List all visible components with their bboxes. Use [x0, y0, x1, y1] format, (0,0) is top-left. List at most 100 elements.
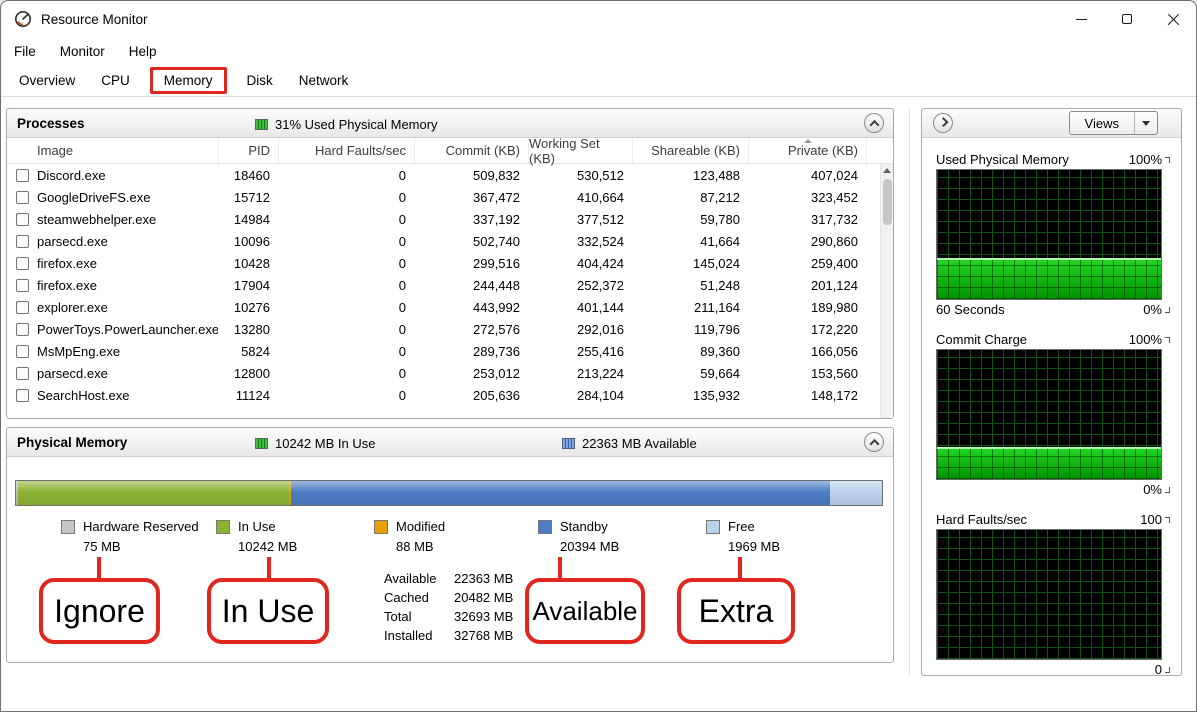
menu-item[interactable]: File — [14, 44, 36, 59]
process-row[interactable]: GoogleDriveFS.exe 15712 0 367,472 410,66… — [7, 186, 893, 208]
process-checkbox[interactable] — [16, 345, 29, 358]
close-icon — [1167, 13, 1180, 26]
process-row[interactable]: Discord.exe 18460 0 509,832 530,512 123,… — [7, 164, 893, 186]
process-checkbox[interactable] — [16, 191, 29, 204]
process-pid: 10428 — [218, 256, 278, 271]
graph-canvas — [936, 529, 1162, 660]
maximize-button[interactable] — [1104, 1, 1150, 37]
process-shareable: 123,488 — [632, 168, 748, 183]
process-commit: 205,636 — [414, 388, 528, 403]
graph-title: Used Physical Memory — [936, 152, 1129, 167]
menu-item[interactable]: Help — [129, 44, 157, 59]
graph-block: Used Physical Memory 100% 60 Seconds 0% — [936, 150, 1170, 319]
processes-status: 31% Used Physical Memory — [255, 117, 438, 132]
graph-canvas — [936, 169, 1162, 300]
table-scrollbar[interactable] — [880, 164, 893, 418]
process-checkbox[interactable] — [16, 389, 29, 402]
column-header-shareable[interactable]: Shareable (KB) — [633, 138, 749, 163]
process-pid: 15712 — [218, 190, 278, 205]
process-image-name: parsecd.exe — [37, 234, 218, 249]
graphs-sidebar: Views Used Physical Memory 100% — [921, 108, 1182, 676]
process-commit: 272,576 — [414, 322, 528, 337]
collapse-sidebar-button[interactable] — [933, 113, 953, 133]
process-private: 201,124 — [748, 278, 866, 293]
physical-memory-body: Hardware Reserved 75 MB In Use 10242 MB — [7, 457, 893, 662]
process-row[interactable]: steamwebhelper.exe 14984 0 337,192 377,5… — [7, 208, 893, 230]
column-header-hard-faults[interactable]: Hard Faults/sec — [279, 138, 415, 163]
column-header-commit[interactable]: Commit (KB) — [415, 138, 529, 163]
tab[interactable]: Disk — [234, 67, 286, 94]
collapse-physical-memory-button[interactable] — [864, 432, 884, 452]
tab[interactable]: Overview — [6, 67, 88, 94]
in-use-status: 10242 MB In Use — [255, 436, 375, 451]
process-row[interactable]: parsecd.exe 10096 0 502,740 332,524 41,6… — [7, 230, 893, 252]
process-checkbox[interactable] — [16, 323, 29, 336]
collapse-processes-button[interactable] — [864, 113, 884, 133]
sidebar-body: Used Physical Memory 100% 60 Seconds 0% — [922, 138, 1181, 679]
process-row[interactable]: MsMpEng.exe 5824 0 289,736 255,416 89,36… — [7, 340, 893, 362]
process-row[interactable]: firefox.exe 10428 0 299,516 404,424 145,… — [7, 252, 893, 274]
process-pid: 10276 — [218, 300, 278, 315]
process-row[interactable]: parsecd.exe 12800 0 253,012 213,224 59,6… — [7, 362, 893, 384]
scrollbar-thumb[interactable] — [883, 179, 892, 225]
process-image-name: firefox.exe — [37, 256, 218, 271]
graph-max-label: 100 — [1140, 512, 1162, 527]
graph-ruler-top-tick — [1165, 517, 1170, 523]
process-checkbox[interactable] — [16, 169, 29, 182]
scroll-up-icon[interactable] — [883, 168, 891, 173]
chevron-up-icon — [869, 438, 879, 448]
process-shareable: 211,164 — [632, 300, 748, 315]
process-checkbox[interactable] — [16, 213, 29, 226]
process-row[interactable]: firefox.exe 17904 0 244,448 252,372 51,2… — [7, 274, 893, 296]
process-working-set: 255,416 — [528, 344, 632, 359]
process-commit: 253,012 — [414, 366, 528, 381]
table-header-row: Image PID Hard Faults/sec Commit (KB) Wo… — [7, 138, 893, 164]
menu-item[interactable]: Monitor — [60, 44, 105, 59]
graph-ruler-top-tick — [1165, 337, 1170, 343]
panel-splitter — [909, 108, 910, 676]
graph-min-label: 0% — [1143, 302, 1162, 317]
views-label: Views — [1070, 116, 1134, 131]
graph-ruler-bottom-tick — [1165, 307, 1170, 313]
process-row[interactable]: PowerToys.PowerLauncher.exe 13280 0 272,… — [7, 318, 893, 340]
column-header-working-set[interactable]: Working Set (KB) — [529, 138, 633, 163]
graph-block: Commit Charge 100% 0% — [936, 330, 1170, 499]
process-row[interactable]: SearchHost.exe 11124 0 205,636 284,104 1… — [7, 384, 893, 406]
graph-fill-area — [937, 447, 1161, 479]
graph-ruler-bottom-tick — [1165, 487, 1170, 493]
resource-monitor-window: Resource Monitor File Monitor Help Overv… — [0, 0, 1197, 712]
process-hard-faults: 0 — [278, 256, 414, 271]
chevron-down-icon — [1142, 121, 1150, 126]
process-checkbox[interactable] — [16, 257, 29, 270]
process-checkbox[interactable] — [16, 279, 29, 292]
column-header-image[interactable]: Image — [7, 138, 219, 163]
process-checkbox[interactable] — [16, 235, 29, 248]
menu-bar: File Monitor Help — [1, 37, 1196, 65]
minimize-button[interactable] — [1058, 1, 1104, 37]
tab[interactable]: Network — [286, 67, 362, 94]
process-commit: 289,736 — [414, 344, 528, 359]
process-row[interactable]: explorer.exe 10276 0 443,992 401,144 211… — [7, 296, 893, 318]
process-shareable: 145,024 — [632, 256, 748, 271]
process-hard-faults: 0 — [278, 344, 414, 359]
views-dropdown[interactable]: Views — [1069, 111, 1158, 135]
physical-memory-title: Physical Memory — [17, 435, 127, 450]
available-status-text: 22363 MB Available — [582, 436, 697, 451]
process-shareable: 59,664 — [632, 366, 748, 381]
process-working-set: 292,016 — [528, 322, 632, 337]
table-body: Discord.exe 18460 0 509,832 530,512 123,… — [7, 164, 893, 406]
graph-title: Hard Faults/sec — [936, 512, 1140, 527]
column-header-pid[interactable]: PID — [219, 138, 279, 163]
close-button[interactable] — [1150, 1, 1196, 37]
process-checkbox[interactable] — [16, 367, 29, 380]
process-checkbox[interactable] — [16, 301, 29, 314]
tab[interactable]: Memory — [150, 67, 227, 94]
process-private: 148,172 — [748, 388, 866, 403]
process-image-name: SearchHost.exe — [37, 388, 218, 403]
processes-table: Image PID Hard Faults/sec Commit (KB) Wo… — [7, 138, 893, 418]
tab[interactable]: CPU — [88, 67, 143, 94]
graph-fill-area — [937, 258, 1161, 299]
process-hard-faults: 0 — [278, 300, 414, 315]
process-pid: 18460 — [218, 168, 278, 183]
column-header-private[interactable]: Private (KB) — [749, 138, 867, 163]
